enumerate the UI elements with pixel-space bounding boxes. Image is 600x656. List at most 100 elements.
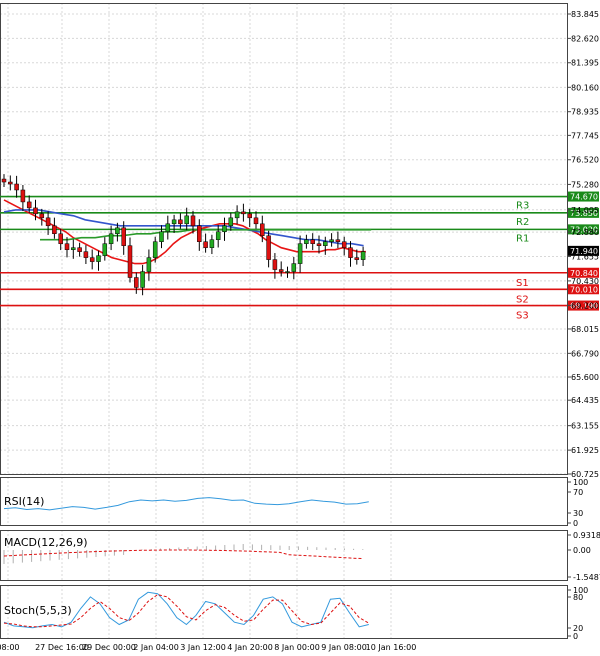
price-chart: R374.670R273.850R173.020S170.840S270.010… — [0, 0, 600, 656]
candle-body — [304, 239, 309, 244]
time-tick-label: 8 Jan 00:00 — [274, 643, 320, 652]
stoch-tick-label: 0 — [573, 632, 578, 641]
candle-body — [234, 211, 240, 219]
candle-body — [146, 257, 152, 272]
candle-body — [228, 217, 234, 227]
candle-body — [134, 277, 139, 288]
candle-body — [89, 257, 95, 262]
candle-body — [171, 219, 177, 225]
candle-body — [58, 233, 63, 244]
candle-body — [197, 225, 202, 242]
candle-body — [33, 207, 38, 215]
price-tick-label: 78.935 — [571, 108, 599, 117]
price-tick-label: 77.745 — [571, 131, 599, 140]
candle-body — [64, 243, 70, 250]
price-tick-label: 82.620 — [571, 34, 599, 43]
candle-body — [360, 251, 366, 260]
candle-body — [127, 245, 133, 278]
level-name-r3: R3 — [516, 201, 529, 212]
candle-body — [26, 201, 32, 209]
level-name-r1: R1 — [516, 233, 529, 244]
rsi-tick-label: 30 — [573, 509, 583, 518]
candle-body — [260, 223, 265, 236]
candle-body — [178, 219, 183, 225]
candle-body — [348, 247, 353, 258]
macd-tick-label: 0.00 — [573, 546, 591, 555]
candle-body — [96, 255, 101, 262]
candle-body — [341, 241, 347, 248]
candle-body — [190, 215, 196, 227]
candle-body — [278, 269, 284, 272]
time-tick-label: 3 Jan 12:00 — [180, 643, 226, 652]
price-tick-label: 70.430 — [571, 277, 599, 286]
level-value-s2: 70.010 — [570, 285, 598, 294]
price-tick-label: 76.520 — [571, 156, 599, 165]
candle-body — [323, 241, 328, 246]
candle-body — [247, 213, 252, 219]
candle-body — [45, 217, 51, 227]
candle-body — [209, 239, 215, 248]
candle-body — [39, 213, 45, 219]
candle-body — [285, 271, 290, 273]
candle-body — [316, 243, 322, 246]
rsi-label: RSI(14) — [4, 495, 44, 508]
candle-body — [1, 178, 7, 183]
candle-body — [52, 225, 57, 235]
price-tick-label: 72.880 — [571, 228, 599, 237]
candle-body — [77, 247, 82, 252]
candle-body — [102, 243, 108, 256]
rsi-tick-label: 0 — [573, 519, 578, 528]
price-tick-label: 74.005 — [571, 206, 599, 215]
price-tick-label: 75.280 — [571, 180, 599, 189]
candle-body — [272, 259, 278, 270]
macd-label: MACD(12,26,9) — [4, 536, 88, 549]
price-tick-label: 63.155 — [571, 422, 599, 431]
candle-body — [335, 239, 341, 242]
candle-body — [165, 223, 171, 233]
macd-tick-label: 0.9318 — [573, 531, 600, 540]
candle-body — [140, 271, 145, 288]
candle-body — [329, 239, 334, 242]
level-name-s1: S1 — [516, 278, 529, 289]
level-name-s3: S3 — [516, 311, 529, 322]
rsi-tick-label: 70 — [573, 488, 583, 497]
price-tick-label: 80.160 — [571, 83, 599, 92]
candle-body — [20, 189, 26, 203]
candle-body — [253, 217, 259, 225]
candle-body — [222, 225, 227, 233]
candle-body — [354, 257, 360, 260]
time-tick-label: 2 Jan 04:00 — [133, 643, 179, 652]
candle-body — [83, 251, 89, 258]
macd-tick-label: -1.5487 — [573, 573, 600, 582]
stoch-tick-label: 80 — [573, 593, 583, 602]
candle-body — [297, 243, 303, 264]
level-value-r3: 74.670 — [570, 193, 598, 202]
candle-body — [291, 263, 297, 272]
candle-body — [310, 239, 315, 244]
time-tick-label: 4 Jan 20:00 — [227, 643, 273, 652]
time-tick-label: 9 Jan 08:00 — [321, 643, 367, 652]
time-tick-label: 08:00 — [0, 643, 20, 652]
stoch-label: Stoch(5,5,3) — [4, 604, 72, 617]
candle-body — [108, 233, 114, 244]
price-tick-label: 66.790 — [571, 349, 599, 358]
candle-body — [8, 181, 13, 185]
time-tick-label: 27 Dec 16:00 — [35, 643, 89, 652]
candle-body — [152, 241, 158, 258]
time-tick-label: 10 Jan 16:00 — [366, 643, 417, 652]
time-tick-label: 29 Dec 00:00 — [82, 643, 136, 652]
rsi-tick-label: 100 — [573, 478, 588, 487]
level-name-r2: R2 — [516, 217, 529, 228]
time-axis: 08:00 27 Dec 16:0029 Dec 00:002 Jan 04:00… — [0, 643, 416, 652]
candle-body — [115, 227, 120, 235]
candle-body — [71, 247, 76, 250]
candle-body — [14, 183, 19, 191]
price-tick-label: 68.015 — [571, 325, 599, 334]
price-tick-label: 65.600 — [571, 373, 599, 382]
price-tick-label: 61.925 — [571, 446, 599, 455]
level-name-s2: S2 — [516, 294, 529, 305]
candle-body — [121, 227, 126, 246]
candle-body — [266, 235, 271, 260]
price-tick-label: 71.655 — [571, 253, 599, 262]
candle-body — [203, 241, 208, 248]
